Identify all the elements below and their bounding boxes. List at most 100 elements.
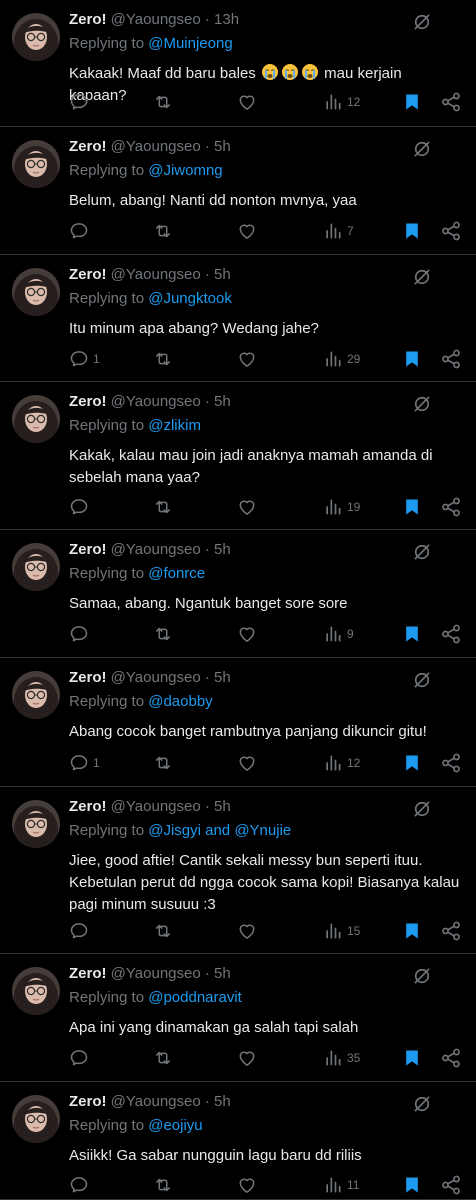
user-handle[interactable]: @Yaoungseo [111, 798, 201, 815]
tweet[interactable]: Zero! @Yaoungseo · 5h Replying to @Jungkt… [0, 255, 476, 382]
mention-link[interactable]: @fonrce [148, 565, 205, 582]
share-button[interactable] [440, 1046, 462, 1070]
timestamp[interactable]: 13h [214, 11, 239, 28]
display-name[interactable]: Zero! [69, 669, 107, 686]
reply-button[interactable] [69, 1173, 93, 1197]
mention-link[interactable]: @eojiyu [148, 1117, 202, 1134]
reply-button[interactable] [69, 1046, 93, 1070]
retweet-button[interactable] [152, 751, 174, 775]
bookmark-button[interactable] [402, 90, 422, 114]
views-button[interactable]: 15 [323, 919, 360, 943]
tweet[interactable]: Zero! @Yaoungseo · 5h Replying to @Jiwomn… [0, 127, 476, 255]
views-button[interactable]: 11 [323, 1173, 359, 1197]
views-button[interactable]: 9 [323, 622, 354, 646]
like-button[interactable] [237, 90, 257, 114]
avatar[interactable] [12, 967, 60, 1015]
not-interested-icon[interactable] [412, 670, 432, 690]
views-button[interactable]: 12 [323, 751, 360, 775]
share-button[interactable] [440, 347, 462, 371]
tweet[interactable]: Zero! @Yaoungseo · 13h Replying to @Muinj… [0, 0, 476, 127]
views-button[interactable]: 29 [323, 347, 360, 371]
tweet[interactable]: Zero! @Yaoungseo · 5h Replying to @daobby… [0, 658, 476, 787]
like-button[interactable] [237, 219, 257, 243]
display-name[interactable]: Zero! [69, 393, 107, 410]
share-button[interactable] [440, 90, 462, 114]
like-button[interactable] [237, 495, 257, 519]
bookmark-button[interactable] [402, 1046, 422, 1070]
user-handle[interactable]: @Yaoungseo [111, 393, 201, 410]
avatar[interactable] [12, 800, 60, 848]
tweet[interactable]: Zero! @Yaoungseo · 5h Replying to @Jisgyi… [0, 787, 476, 954]
retweet-button[interactable] [152, 90, 174, 114]
tweet[interactable]: Zero! @Yaoungseo · 5h Replying to @eojiyu… [0, 1082, 476, 1200]
not-interested-icon[interactable] [412, 267, 432, 287]
reply-button[interactable] [69, 622, 93, 646]
display-name[interactable]: Zero! [69, 965, 107, 982]
reply-button[interactable]: 1 [69, 751, 100, 775]
timestamp[interactable]: 5h [214, 965, 231, 982]
timestamp[interactable]: 5h [214, 393, 231, 410]
retweet-button[interactable] [152, 919, 174, 943]
not-interested-icon[interactable] [412, 12, 432, 32]
tweet[interactable]: Zero! @Yaoungseo · 5h Replying to @fonrce… [0, 530, 476, 658]
mention-link[interactable]: @Muinjeong [148, 35, 232, 52]
retweet-button[interactable] [152, 219, 174, 243]
like-button[interactable] [237, 919, 257, 943]
mention-link[interactable]: @Jisgyi [148, 822, 201, 839]
bookmark-button[interactable] [402, 219, 422, 243]
like-button[interactable] [237, 1173, 257, 1197]
avatar[interactable] [12, 671, 60, 719]
avatar[interactable] [12, 268, 60, 316]
views-button[interactable]: 12 [323, 90, 360, 114]
display-name[interactable]: Zero! [69, 798, 107, 815]
mention-link[interactable]: @daobby [148, 693, 212, 710]
bookmark-button[interactable] [402, 347, 422, 371]
user-handle[interactable]: @Yaoungseo [111, 138, 201, 155]
display-name[interactable]: Zero! [69, 1093, 107, 1110]
not-interested-icon[interactable] [412, 1094, 432, 1114]
timestamp[interactable]: 5h [214, 266, 231, 283]
bookmark-button[interactable] [402, 751, 422, 775]
user-handle[interactable]: @Yaoungseo [111, 965, 201, 982]
bookmark-button[interactable] [402, 1173, 422, 1197]
avatar[interactable] [12, 395, 60, 443]
tweet[interactable]: Zero! @Yaoungseo · 5h Replying to @zlikim… [0, 382, 476, 530]
display-name[interactable]: Zero! [69, 541, 107, 558]
share-button[interactable] [440, 219, 462, 243]
mention-link[interactable]: @Ynujie [234, 822, 291, 839]
share-button[interactable] [440, 622, 462, 646]
reply-button[interactable] [69, 90, 93, 114]
avatar[interactable] [12, 1095, 60, 1143]
reply-button[interactable] [69, 919, 93, 943]
avatar[interactable] [12, 140, 60, 188]
not-interested-icon[interactable] [412, 139, 432, 159]
like-button[interactable] [237, 751, 257, 775]
bookmark-button[interactable] [402, 622, 422, 646]
avatar[interactable] [12, 543, 60, 591]
not-interested-icon[interactable] [412, 799, 432, 819]
like-button[interactable] [237, 347, 257, 371]
mention-link[interactable]: @Jiwomng [148, 162, 222, 179]
timestamp[interactable]: 5h [214, 1093, 231, 1110]
retweet-button[interactable] [152, 1046, 174, 1070]
not-interested-icon[interactable] [412, 542, 432, 562]
user-handle[interactable]: @Yaoungseo [111, 1093, 201, 1110]
bookmark-button[interactable] [402, 919, 422, 943]
reply-button[interactable]: 1 [69, 347, 100, 371]
display-name[interactable]: Zero! [69, 138, 107, 155]
display-name[interactable]: Zero! [69, 266, 107, 283]
timestamp[interactable]: 5h [214, 138, 231, 155]
bookmark-button[interactable] [402, 495, 422, 519]
views-button[interactable]: 19 [323, 495, 360, 519]
mention-link[interactable]: @Jungktook [148, 290, 232, 307]
user-handle[interactable]: @Yaoungseo [111, 541, 201, 558]
share-button[interactable] [440, 495, 462, 519]
timestamp[interactable]: 5h [214, 541, 231, 558]
user-handle[interactable]: @Yaoungseo [111, 11, 201, 28]
views-button[interactable]: 7 [323, 219, 354, 243]
avatar[interactable] [12, 13, 60, 61]
retweet-button[interactable] [152, 347, 174, 371]
retweet-button[interactable] [152, 495, 174, 519]
views-button[interactable]: 35 [323, 1046, 360, 1070]
mention-link[interactable]: @zlikim [148, 417, 201, 434]
